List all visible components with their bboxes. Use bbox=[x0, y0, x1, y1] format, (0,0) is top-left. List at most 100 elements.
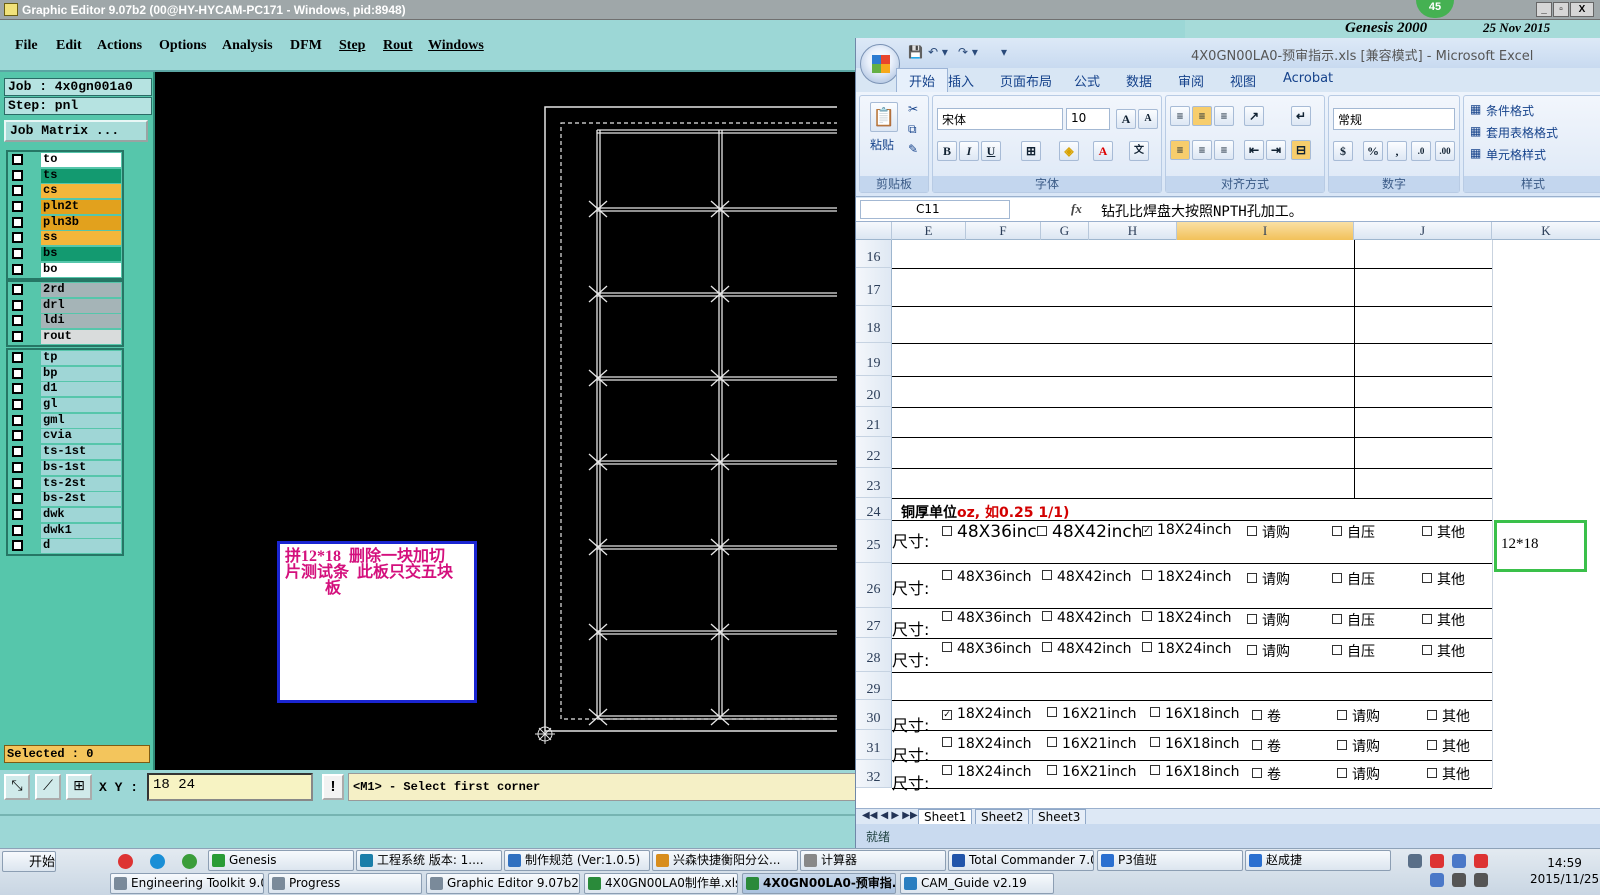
font-size-combo[interactable]: 10 bbox=[1066, 108, 1110, 130]
font-name-combo[interactable]: 宋体 bbox=[937, 108, 1063, 130]
option-checkbox[interactable] bbox=[1150, 707, 1160, 717]
option-checkbox[interactable] bbox=[1422, 614, 1432, 624]
ribbon-tab-7[interactable]: Acrobat bbox=[1283, 71, 1333, 86]
minimize-button[interactable]: _ bbox=[1536, 2, 1552, 17]
layer-row-cvia[interactable]: cvia bbox=[8, 428, 122, 444]
layer-name[interactable]: bs bbox=[41, 247, 121, 262]
layer-name[interactable]: drl bbox=[41, 298, 121, 313]
option-48X42inch[interactable]: 48X42inch bbox=[1042, 610, 1132, 626]
layer-row-d1[interactable]: d1 bbox=[8, 381, 122, 397]
layer-checkbox[interactable] bbox=[12, 461, 23, 473]
option-checkbox[interactable] bbox=[1252, 768, 1262, 778]
ribbon-tab-2[interactable]: 页面布局 bbox=[1000, 71, 1052, 90]
layer-row-pln2t[interactable]: pln2t bbox=[8, 199, 122, 215]
option-checkbox[interactable] bbox=[942, 570, 952, 580]
option-请购[interactable]: 请购 bbox=[1247, 641, 1290, 661]
option-请购[interactable]: 请购 bbox=[1247, 522, 1290, 542]
row-header-31[interactable]: 31 bbox=[856, 730, 892, 760]
option-18X24inch[interactable]: 18X24inch bbox=[942, 764, 1032, 780]
option-卷[interactable]: 卷 bbox=[1252, 706, 1281, 726]
option-卷[interactable]: 卷 bbox=[1252, 764, 1281, 784]
option-其他[interactable]: 其他 bbox=[1422, 641, 1465, 661]
ribbon-tab-3[interactable]: 公式 bbox=[1074, 71, 1100, 90]
worksheet-grid[interactable]: 12*18 16 17 18 19 20 21 22 23 24 25 26 27 28 29 30 31 32… bbox=[856, 240, 1600, 808]
layer-row-ts[interactable]: ts bbox=[8, 168, 122, 184]
layer-row-tp[interactable]: tp bbox=[8, 350, 122, 366]
quick-launch-icon[interactable] bbox=[182, 854, 197, 869]
taskbar-window-0[interactable]: Engineering Toolkit 9.07... bbox=[110, 873, 264, 894]
fx-icon[interactable]: fx bbox=[1071, 201, 1082, 217]
layer-row-pln3b[interactable]: pln3b bbox=[8, 215, 122, 231]
sheet-tab-Sheet2[interactable]: Sheet2 bbox=[975, 809, 1030, 825]
tray-icon[interactable] bbox=[1430, 854, 1444, 868]
job-matrix-button[interactable]: Job Matrix ... bbox=[4, 120, 148, 142]
phonetic-icon[interactable]: 文 bbox=[1129, 141, 1149, 161]
cut-icon[interactable]: ✂ bbox=[908, 102, 918, 116]
option-checkbox[interactable] bbox=[1332, 573, 1342, 583]
layer-checkbox[interactable] bbox=[12, 493, 23, 505]
taskbar-window-3[interactable]: 4X0GN00LA0制作单.xls ... bbox=[584, 873, 738, 894]
column-header-G[interactable]: G bbox=[1041, 222, 1089, 240]
layer-name[interactable]: gl bbox=[41, 398, 121, 413]
row-header-28[interactable]: 28 bbox=[856, 638, 892, 672]
option-48X36inch[interactable]: 48X36inch bbox=[942, 569, 1032, 585]
taskbar-item-7[interactable]: 赵成捷 bbox=[1245, 850, 1391, 871]
option-checkbox[interactable] bbox=[1247, 645, 1257, 655]
formula-input[interactable]: 钻孔比焊盘大按照NPTH孔加工。 bbox=[1101, 201, 1303, 221]
layer-name[interactable]: ts bbox=[41, 168, 121, 183]
row-header-23[interactable]: 23 bbox=[856, 468, 892, 498]
layer-checkbox[interactable] bbox=[12, 331, 23, 343]
option-48X42inch[interactable]: 48X42inch bbox=[1037, 522, 1143, 542]
layer-name[interactable]: bo bbox=[41, 262, 121, 277]
option-请购[interactable]: 请购 bbox=[1247, 610, 1290, 630]
row-header-21[interactable]: 21 bbox=[856, 407, 892, 437]
layer-checkbox[interactable] bbox=[12, 414, 23, 426]
option-自压[interactable]: 自压 bbox=[1332, 569, 1375, 589]
layer-row-bs-2st[interactable]: bs-2st bbox=[8, 491, 122, 507]
column-header-K[interactable]: K bbox=[1492, 222, 1600, 240]
option-checkbox[interactable] bbox=[1332, 645, 1342, 655]
menu-windows[interactable]: Windows bbox=[428, 38, 484, 54]
align-top-icon[interactable]: ≡ bbox=[1170, 106, 1190, 126]
ribbon-tab-1[interactable]: 插入 bbox=[948, 71, 974, 90]
option-checkbox[interactable] bbox=[942, 526, 952, 536]
layer-row-ts-2st[interactable]: ts-2st bbox=[8, 476, 122, 492]
conditional-format-icon[interactable]: ▦ bbox=[1470, 102, 1481, 116]
layer-name[interactable]: rout bbox=[41, 330, 121, 345]
layer-name[interactable]: tp bbox=[41, 351, 121, 365]
align-center-icon[interactable]: ≡ bbox=[1192, 140, 1212, 160]
layer-checkbox[interactable] bbox=[12, 383, 23, 395]
option-checkbox[interactable] bbox=[1042, 570, 1052, 580]
option-16X18inch[interactable]: 16X18inch bbox=[1150, 706, 1240, 722]
option-checkbox[interactable] bbox=[1047, 765, 1057, 775]
layer-name[interactable]: cvia bbox=[41, 429, 121, 444]
option-checkbox[interactable] bbox=[1247, 614, 1257, 624]
option-请购[interactable]: 请购 bbox=[1247, 569, 1290, 589]
option-其他[interactable]: 其他 bbox=[1427, 706, 1470, 726]
option-checkbox[interactable] bbox=[1252, 710, 1262, 720]
increase-decimal-icon[interactable]: .0 bbox=[1411, 141, 1431, 161]
italic-button[interactable]: I bbox=[959, 141, 979, 161]
taskbar-item-3[interactable]: 兴森快捷衡阳分公... bbox=[652, 850, 798, 871]
tray-icon[interactable] bbox=[1474, 854, 1488, 868]
option-checkbox[interactable] bbox=[1427, 740, 1437, 750]
option-其他[interactable]: 其他 bbox=[1427, 764, 1470, 784]
row-header-19[interactable]: 19 bbox=[856, 343, 892, 376]
row-header-24[interactable]: 24 bbox=[856, 498, 892, 520]
graphic-canvas[interactable] bbox=[157, 72, 837, 770]
layer-checkbox[interactable] bbox=[12, 315, 23, 327]
option-48X36inch[interactable]: 48X36inch bbox=[942, 610, 1032, 626]
layer-checkbox[interactable] bbox=[12, 169, 23, 181]
option-18X24inch[interactable]: 18X24inch bbox=[942, 736, 1032, 752]
row-header-27[interactable]: 27 bbox=[856, 608, 892, 638]
shrink-font-icon[interactable]: A bbox=[1138, 109, 1158, 129]
option-checkbox[interactable] bbox=[1422, 526, 1432, 536]
option-checkbox[interactable]: ✓ bbox=[942, 710, 952, 720]
option-checkbox[interactable] bbox=[1047, 707, 1057, 717]
layer-checkbox[interactable] bbox=[12, 299, 23, 311]
format-painter-icon[interactable]: ✎ bbox=[908, 142, 918, 156]
option-48X42inch[interactable]: 48X42inch bbox=[1042, 641, 1132, 657]
bold-button[interactable]: B bbox=[937, 141, 957, 161]
layer-row-ss[interactable]: ss bbox=[8, 230, 122, 246]
undo-icon[interactable]: ↶ ▾ bbox=[928, 45, 948, 59]
